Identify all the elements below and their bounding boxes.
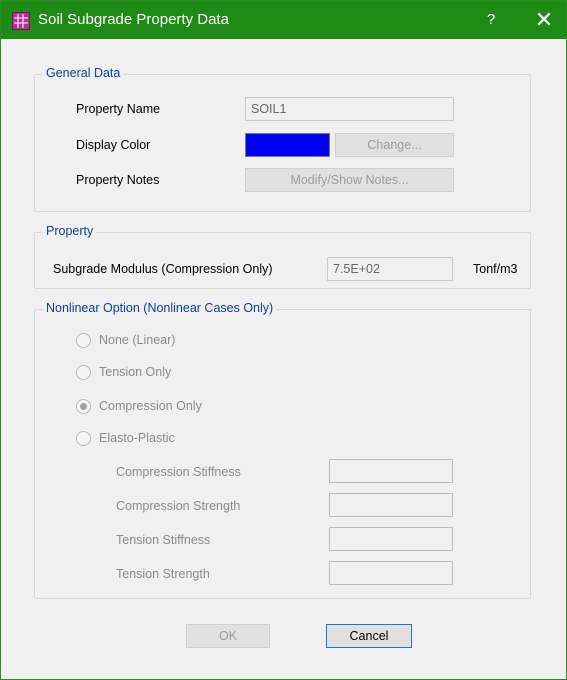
tension-stiffness-label: Tension Stiffness <box>116 533 211 547</box>
radio-elasto-plastic[interactable] <box>76 431 91 446</box>
property-name-label: Property Name <box>76 102 161 116</box>
subgrade-modulus-input[interactable]: 7.5E+02 <box>327 257 453 281</box>
display-color-label: Display Color <box>76 138 151 152</box>
change-color-button[interactable]: Change... <box>335 133 454 157</box>
radio-none-linear[interactable] <box>76 333 91 348</box>
close-button[interactable]: ✕ <box>528 5 560 35</box>
window-title: Soil Subgrade Property Data <box>38 11 229 28</box>
compression-stiffness-label: Compression Stiffness <box>116 465 241 479</box>
display-color-swatch[interactable] <box>245 133 330 157</box>
subgrade-modulus-unit: Tonf/m3 <box>473 262 518 276</box>
help-button[interactable]: ? <box>479 8 503 32</box>
soil-subgrade-dialog: Soil Subgrade Property Data ? ✕ General … <box>0 0 567 680</box>
radio-elasto-plastic-label: Elasto-Plastic <box>99 431 175 445</box>
radio-tension-only-label: Tension Only <box>99 365 172 379</box>
general-data-title: General Data <box>43 66 124 80</box>
title-bar[interactable]: Soil Subgrade Property Data ? ✕ <box>1 1 566 39</box>
radio-tension-only[interactable] <box>76 365 91 380</box>
compression-strength-input[interactable] <box>329 493 453 517</box>
compression-stiffness-input[interactable] <box>329 459 453 483</box>
compression-strength-label: Compression Strength <box>116 499 241 513</box>
radio-compression-only[interactable] <box>76 399 91 414</box>
ok-button[interactable]: OK <box>186 624 270 648</box>
subgrade-modulus-label: Subgrade Modulus (Compression Only) <box>53 262 273 276</box>
nonlinear-option-title: Nonlinear Option (Nonlinear Cases Only) <box>43 301 277 315</box>
radio-compression-only-label: Compression Only <box>99 399 202 413</box>
tension-strength-input[interactable] <box>329 561 453 585</box>
tension-stiffness-input[interactable] <box>329 527 453 551</box>
property-group: Property <box>34 224 531 289</box>
modify-notes-button[interactable]: Modify/Show Notes... <box>245 168 454 192</box>
radio-none-linear-label: None (Linear) <box>99 333 176 347</box>
nonlinear-option-group: Nonlinear Option (Nonlinear Cases Only) <box>34 301 531 599</box>
cancel-button[interactable]: Cancel <box>326 624 412 648</box>
app-icon <box>12 12 30 30</box>
tension-strength-label: Tension Strength <box>116 567 210 581</box>
property-notes-label: Property Notes <box>76 173 160 187</box>
property-title: Property <box>43 224 97 238</box>
property-name-input[interactable]: SOIL1 <box>245 97 454 121</box>
